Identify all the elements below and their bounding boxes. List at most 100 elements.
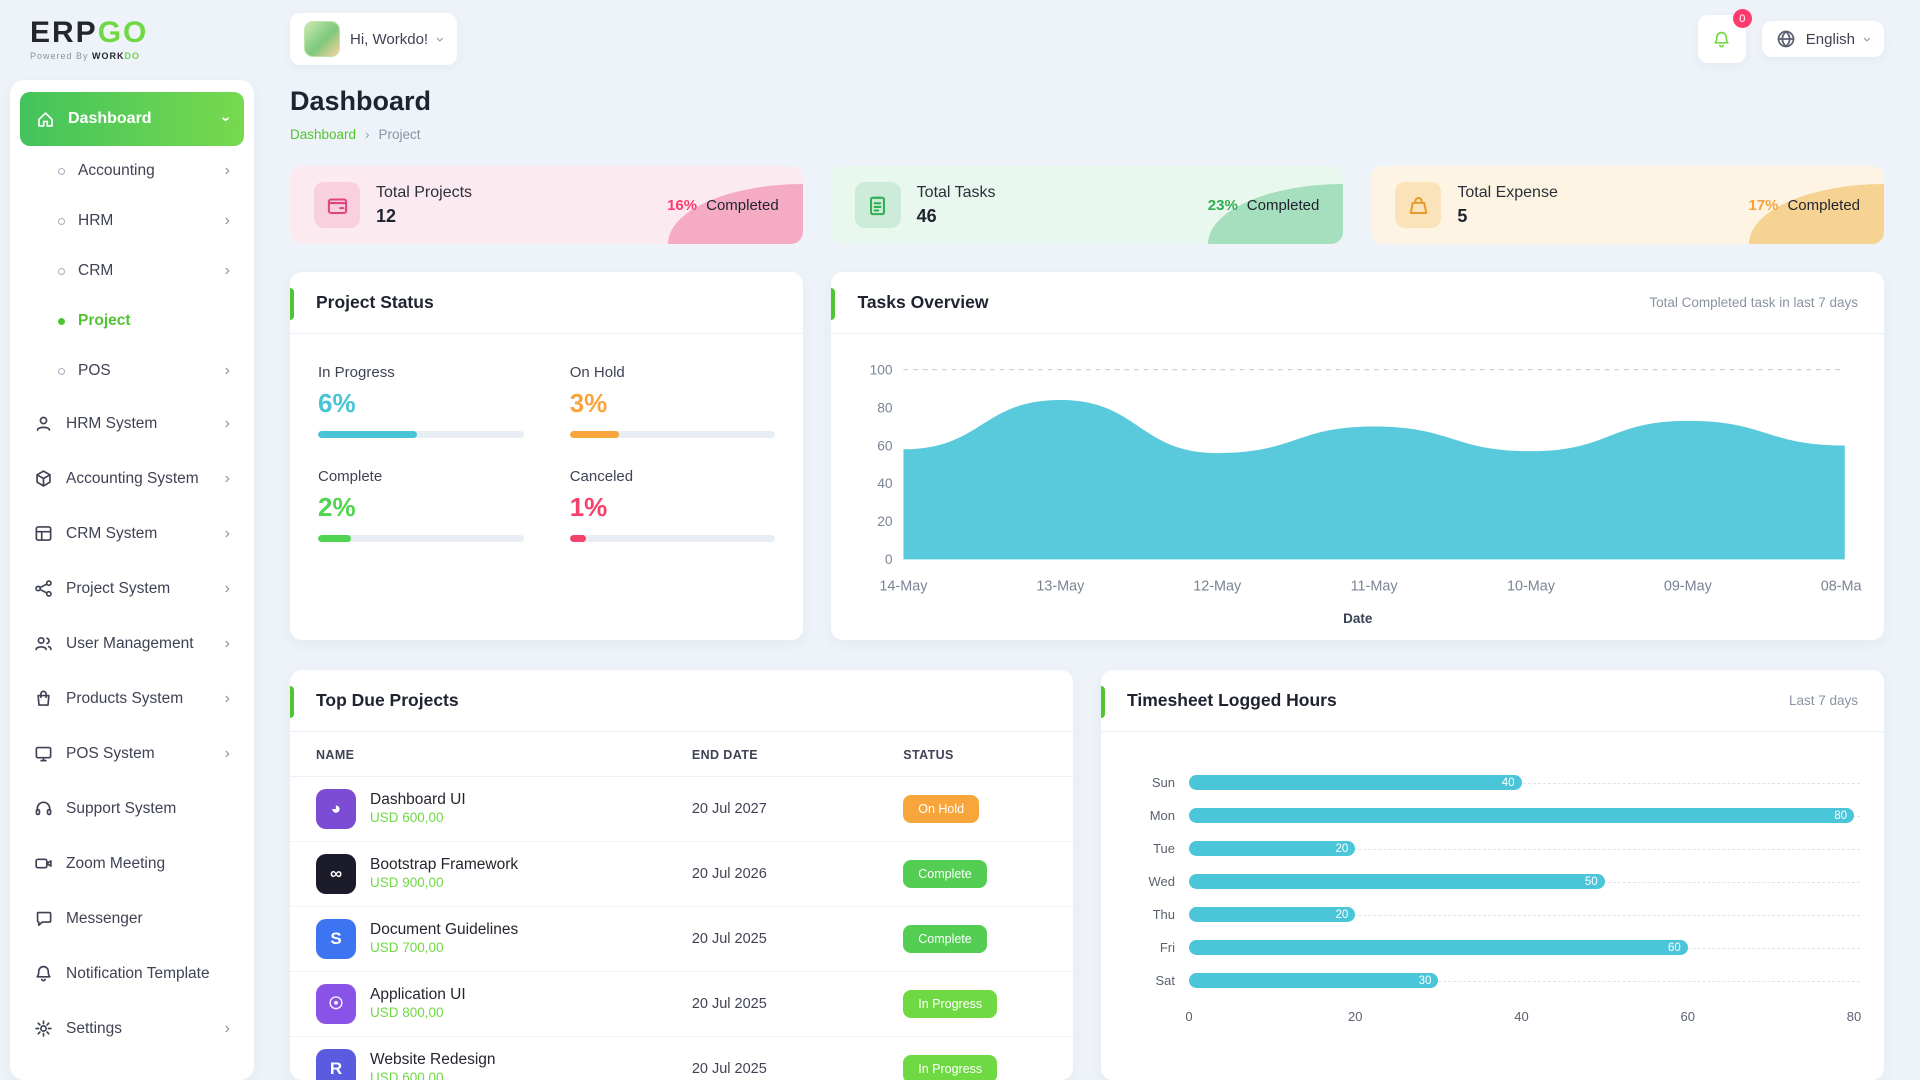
stat-label: Total Tasks (917, 184, 996, 201)
chevron-right-icon: › (225, 363, 230, 379)
brand-logo[interactable]: ERPGO Powered By WORKDO (0, 0, 264, 78)
bar-category-label: Mon (1125, 808, 1175, 823)
top-due-projects-card: Top Due Projects NAMEEND DATESTATUS ◕Das… (290, 670, 1073, 1080)
project-name[interactable]: Application UI (370, 986, 466, 1004)
sidebar-item-project[interactable]: Project (20, 296, 244, 346)
sidebar-item-crm[interactable]: CRM› (20, 246, 244, 296)
svg-text:09-May: 09-May (1664, 579, 1713, 595)
table-row-dashboard-ui[interactable]: ◕Dashboard UIUSD 600,0020 Jul 2027On Hol… (290, 777, 1073, 842)
sidebar-item-settings[interactable]: Settings› (20, 1001, 244, 1056)
timesheet-bar-chart: Sun40Mon80Tue20Wed50Thu20Fri60Sat3002040… (1101, 732, 1884, 1039)
stat-value: 12 (376, 206, 472, 227)
sidebar-item-pos-system[interactable]: POS System› (20, 726, 244, 781)
status-item-value: 2% (318, 492, 524, 523)
sidebar-item-label: HRM System (66, 415, 157, 433)
bar-value-label: 50 (1585, 876, 1598, 888)
bar-track: 20 (1189, 907, 1854, 922)
project-logo: R (316, 1049, 356, 1080)
project-logo: ◕ (316, 789, 356, 829)
svg-text:14-May: 14-May (880, 579, 929, 595)
bar-value-label: 20 (1335, 843, 1348, 855)
language-selector[interactable]: English › (1762, 21, 1884, 57)
svg-text:60: 60 (878, 438, 894, 453)
card-decoration (1749, 184, 1884, 244)
sidebar-item-notification-template[interactable]: Notification Template (20, 946, 244, 1001)
project-status-grid: In Progress6%On Hold3%Complete2%Canceled… (290, 334, 803, 572)
sidebar-item-dashboard[interactable]: Dashboard› (20, 92, 244, 146)
project-name[interactable]: Bootstrap Framework (370, 856, 518, 874)
bell-icon (34, 964, 53, 983)
sidebar-item-hrm[interactable]: HRM› (20, 196, 244, 246)
status-badge: In Progress (903, 1055, 997, 1080)
sidebar-item-label: User Management (66, 635, 194, 653)
svg-text:08-May: 08-May (1821, 579, 1862, 595)
sidebar-item-user-management[interactable]: User Management› (20, 616, 244, 671)
stat-label: Total Expense (1457, 184, 1558, 201)
progress-fill (570, 535, 586, 542)
video-icon (34, 854, 53, 873)
stat-percent: 23% (1208, 197, 1238, 214)
sidebar-item-products-system[interactable]: Products System› (20, 671, 244, 726)
sidebar-item-accounting-system[interactable]: Accounting System› (20, 451, 244, 506)
status-item-label: In Progress (318, 364, 395, 381)
stat-card-total-expense: Total Expense517%Completed (1371, 166, 1884, 244)
users-icon (34, 634, 53, 653)
svg-text:80: 80 (878, 400, 894, 415)
column-header-name: NAME (290, 732, 666, 777)
status-badge: On Hold (903, 795, 979, 823)
sidebar-item-label: Settings (66, 1020, 122, 1038)
chevron-right-icon: › (225, 746, 230, 762)
stat-completed-label: Completed (1787, 197, 1860, 214)
table-row-document-guidelines[interactable]: SDocument GuidelinesUSD 700,0020 Jul 202… (290, 907, 1073, 972)
progress-fill (318, 535, 351, 542)
project-end-date: 20 Jul 2025 (692, 996, 767, 1012)
table-row-application-ui[interactable]: ☉Application UIUSD 800,0020 Jul 2025In P… (290, 972, 1073, 1037)
project-status-title: Project Status (316, 292, 434, 313)
sidebar-item-support-system[interactable]: Support System (20, 781, 244, 836)
breadcrumb-dashboard-link[interactable]: Dashboard (290, 127, 356, 142)
project-name[interactable]: Dashboard UI (370, 791, 466, 809)
sidebar-item-label: Notification Template (66, 965, 210, 983)
table-row-website-redesign[interactable]: RWebsite RedesignUSD 600,0020 Jul 2025In… (290, 1037, 1073, 1080)
table-header-row: NAMEEND DATESTATUS (290, 732, 1073, 777)
sidebar-item-zoom-meeting[interactable]: Zoom Meeting (20, 836, 244, 891)
progress-fill (318, 431, 417, 438)
sidebar-item-hrm-system[interactable]: HRM System› (20, 396, 244, 451)
user-icon (34, 414, 53, 433)
sidebar-item-project-system[interactable]: Project System› (20, 561, 244, 616)
brand-name: ERPGO (30, 18, 148, 48)
project-name[interactable]: Website Redesign (370, 1051, 496, 1069)
bar-row-tue: Tue20 (1125, 832, 1854, 865)
sidebar-item-crm-system[interactable]: CRM System› (20, 506, 244, 561)
table-body: ◕Dashboard UIUSD 600,0020 Jul 2027On Hol… (290, 777, 1073, 1080)
tasks-overview-title: Tasks Overview (857, 292, 988, 313)
axis-tick-label: 0 (1185, 1009, 1192, 1024)
sidebar-item-pos[interactable]: POS › (20, 346, 244, 396)
notifications-button[interactable]: 0 (1698, 15, 1746, 63)
sidebar-item-messenger[interactable]: Messenger (20, 891, 244, 946)
card-decoration (1208, 184, 1343, 244)
sidebar-item-label: POS (78, 362, 111, 380)
bar-fill: 50 (1189, 874, 1605, 889)
svg-text:0: 0 (885, 552, 893, 567)
stat-value: 5 (1457, 206, 1558, 227)
table-row-bootstrap-framework[interactable]: ∞Bootstrap FrameworkUSD 900,0020 Jul 202… (290, 842, 1073, 907)
bar-row-fri: Fri60 (1125, 931, 1854, 964)
user-menu-button[interactable]: Hi, Workdo! › (290, 13, 457, 65)
status-item-value: 3% (570, 388, 776, 419)
avatar (304, 21, 340, 57)
gear-icon (34, 1019, 53, 1038)
chevron-down-icon: › (217, 116, 233, 121)
bullet-icon (58, 218, 65, 225)
sidebar-item-label: Zoom Meeting (66, 855, 165, 873)
project-end-date: 20 Jul 2026 (692, 866, 767, 882)
sidebar-item-label: Support System (66, 800, 176, 818)
bar-row-sat: Sat30 (1125, 964, 1854, 997)
left-column: ERPGO Powered By WORKDO Dashboard›Accoun… (0, 0, 264, 1080)
bell-icon (1712, 30, 1731, 49)
sidebar-item-accounting[interactable]: Accounting› (20, 146, 244, 196)
project-name[interactable]: Document Guidelines (370, 921, 518, 939)
axis-tick-label: 80 (1847, 1009, 1861, 1024)
status-item-value: 6% (318, 388, 524, 419)
sidebar-item-label: CRM System (66, 525, 157, 543)
